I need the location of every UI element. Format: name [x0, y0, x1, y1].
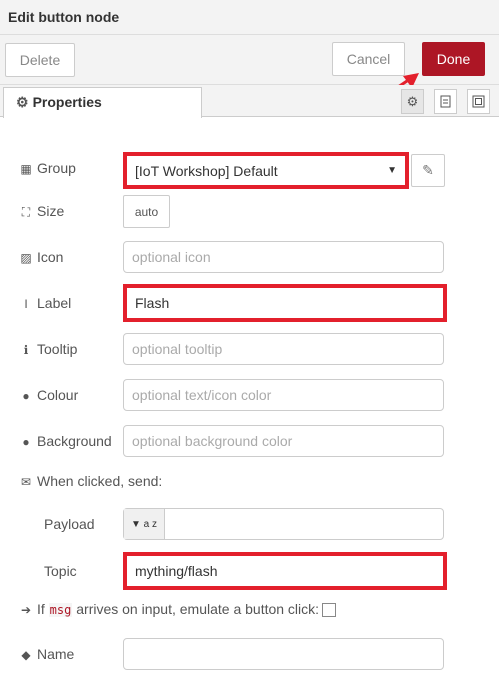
drop-icon: ● — [22, 435, 30, 449]
dialog-title: Edit button node — [8, 9, 120, 25]
icon-label: ▨ Icon — [20, 249, 64, 265]
size-label: ⛶ Size — [19, 203, 64, 220]
gear-icon: ⚙ — [16, 94, 29, 110]
table-icon: ▦ — [20, 162, 32, 176]
tag-icon: ◆ — [21, 648, 31, 662]
caret-down-icon: ▼ — [387, 165, 397, 176]
tooltip-input[interactable]: optional tooltip — [123, 333, 444, 365]
group-select-value: [IoT Workshop] Default — [135, 162, 278, 179]
label-label: I Label — [19, 295, 71, 311]
done-button[interactable]: Done — [422, 42, 485, 76]
resize-icon: ⛶ — [21, 205, 31, 219]
tab-properties[interactable]: ⚙ Properties — [3, 87, 202, 118]
group-label: ▦ Group — [20, 160, 76, 176]
group-select[interactable]: [IoT Workshop] Default ▼ — [123, 152, 409, 189]
size-button[interactable]: auto — [123, 195, 170, 228]
background-label: ● Background — [19, 433, 111, 449]
msg-code: msg — [48, 603, 73, 617]
tab-settings[interactable]: ⚙ — [401, 89, 424, 114]
edit-group-button[interactable]: ✎ — [411, 154, 445, 187]
colour-label: ● Colour — [19, 387, 78, 403]
payload-input[interactable]: ▼ a z — [123, 508, 444, 540]
label-input[interactable]: Flash — [123, 284, 447, 322]
payload-type-select[interactable]: ▼ a z — [124, 509, 165, 539]
envelope-icon: ✉ — [20, 475, 32, 489]
text-cursor-icon: I — [24, 297, 28, 311]
caret-down-icon: ▼ — [130, 518, 141, 530]
emulate-row: ➔ If msg arrives on input, emulate a butt… — [19, 601, 337, 618]
drop-icon: ● — [22, 389, 30, 403]
tab-properties-label: Properties — [32, 94, 102, 110]
arrow-right-icon: ➔ — [20, 603, 32, 617]
emulate-checkbox[interactable] — [322, 603, 337, 618]
gear-icon: ⚙ — [406, 93, 419, 109]
string-type-icon: a z — [143, 518, 158, 530]
tab-appearance[interactable] — [467, 89, 490, 114]
topic-input[interactable]: mything/flash — [123, 552, 447, 590]
delete-button[interactable]: Delete — [5, 43, 75, 77]
when-clicked-label: ✉ When clicked, send: — [20, 473, 163, 489]
icon-input[interactable]: optional icon — [123, 241, 444, 273]
name-label: ◆ Name — [19, 646, 74, 662]
tooltip-label: ℹ Tooltip — [19, 341, 78, 357]
pencil-icon: ✎ — [422, 162, 434, 178]
tab-description[interactable] — [434, 89, 457, 114]
frame-icon — [472, 95, 485, 108]
colour-input[interactable]: optional text/icon color — [123, 379, 444, 411]
payload-label: Payload — [44, 516, 95, 532]
name-input[interactable] — [123, 638, 444, 670]
background-input[interactable]: optional background color — [123, 425, 444, 457]
info-icon: ℹ — [23, 343, 29, 357]
image-icon: ▨ — [20, 251, 32, 265]
file-icon — [440, 95, 451, 108]
topic-label: Topic — [44, 563, 77, 579]
